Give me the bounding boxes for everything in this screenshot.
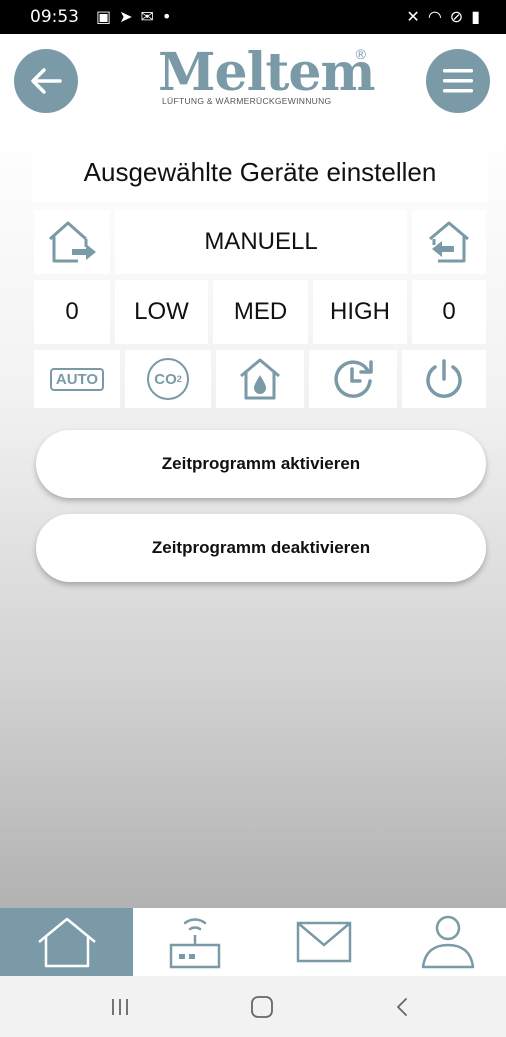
- co2-sub: 2: [176, 374, 182, 384]
- activate-schedule-button[interactable]: Zeitprogramm aktivieren: [36, 430, 486, 498]
- humidity-house-icon: [240, 358, 280, 400]
- user-icon: [421, 915, 475, 969]
- router-icon: [169, 918, 221, 969]
- status-left-icons: ▣ ➤ ✉ •: [96, 7, 171, 26]
- level-low-button[interactable]: LOW: [115, 280, 208, 344]
- bottom-nav: [0, 908, 506, 976]
- level-high-button[interactable]: HIGH: [313, 280, 407, 344]
- back-button[interactable]: [14, 49, 78, 113]
- back-arrow-icon: [31, 68, 62, 94]
- logo-tagline: LÜFTUNG & WÄRMERÜCKGEWINNUNG: [162, 96, 332, 106]
- power-button[interactable]: [402, 350, 486, 408]
- menu-button[interactable]: [426, 49, 490, 113]
- app-header: Meltem ® LÜFTUNG & WÄRMERÜCKGEWINNUNG: [0, 34, 506, 119]
- auto-icon: AUTO: [49, 367, 105, 391]
- co2-label: CO: [154, 370, 177, 388]
- tab-home[interactable]: [0, 908, 133, 976]
- mail-icon: ✉: [140, 7, 154, 26]
- house-in-button[interactable]: [412, 210, 486, 274]
- logo-text: Meltem: [158, 42, 376, 103]
- status-bar: 09:53 ▣ ➤ ✉ • ✕ ◠ ⊘ ▮: [0, 0, 506, 34]
- co2-icon: CO 2: [147, 358, 189, 400]
- status-right-icons: ✕ ◠ ⊘ ▮: [406, 7, 480, 26]
- recent-apps-button[interactable]: [70, 976, 170, 1037]
- humidity-mode-button[interactable]: [216, 350, 304, 408]
- system-home-icon: [251, 995, 273, 1018]
- mute-icon: ✕: [406, 7, 420, 26]
- battery-icon: ▮: [471, 7, 480, 26]
- timer-mode-button[interactable]: [309, 350, 397, 408]
- clock-refresh-icon: [334, 360, 373, 398]
- left-value: 0: [34, 280, 110, 344]
- back-system-button[interactable]: [352, 976, 452, 1037]
- auto-mode-button[interactable]: AUTO: [34, 350, 120, 408]
- panel-title: Ausgewählte Geräte einstellen: [32, 142, 488, 202]
- dnd-icon: ⊘: [449, 7, 464, 26]
- system-nav-bar: [0, 976, 506, 1037]
- system-back-icon: [397, 997, 407, 1016]
- deactivate-schedule-button[interactable]: Zeitprogramm deaktivieren: [36, 514, 486, 582]
- logo-registered: ®: [355, 46, 366, 62]
- home-icon: [37, 917, 96, 968]
- gallery-icon: ▣: [96, 7, 112, 26]
- hamburger-icon: [443, 69, 473, 93]
- mail-icon: [296, 921, 351, 963]
- home-system-button[interactable]: [212, 976, 312, 1037]
- cast-icon: ➤: [119, 7, 133, 26]
- tab-messages[interactable]: [257, 908, 390, 976]
- status-time: 09:53: [30, 7, 79, 27]
- dot-icon: •: [161, 7, 172, 26]
- tab-devices[interactable]: [133, 908, 257, 976]
- recents-icon: [112, 998, 128, 1015]
- right-value: 0: [412, 280, 486, 344]
- tab-profile[interactable]: [390, 908, 506, 976]
- level-med-button[interactable]: MED: [213, 280, 308, 344]
- house-supply-icon: [429, 221, 469, 263]
- wifi-icon: ◠: [427, 7, 442, 26]
- meltem-logo: Meltem ® LÜFTUNG & WÄRMERÜCKGEWINNUNG: [158, 42, 376, 110]
- co2-mode-button[interactable]: CO 2: [125, 350, 211, 408]
- mode-display[interactable]: MANUELL: [115, 210, 407, 274]
- house-exhaust-icon: [49, 221, 96, 263]
- power-icon: [426, 359, 462, 398]
- main-content: Ausgewählte Geräte einstellen MANUELL 0 …: [0, 118, 506, 908]
- house-out-button[interactable]: [34, 210, 110, 274]
